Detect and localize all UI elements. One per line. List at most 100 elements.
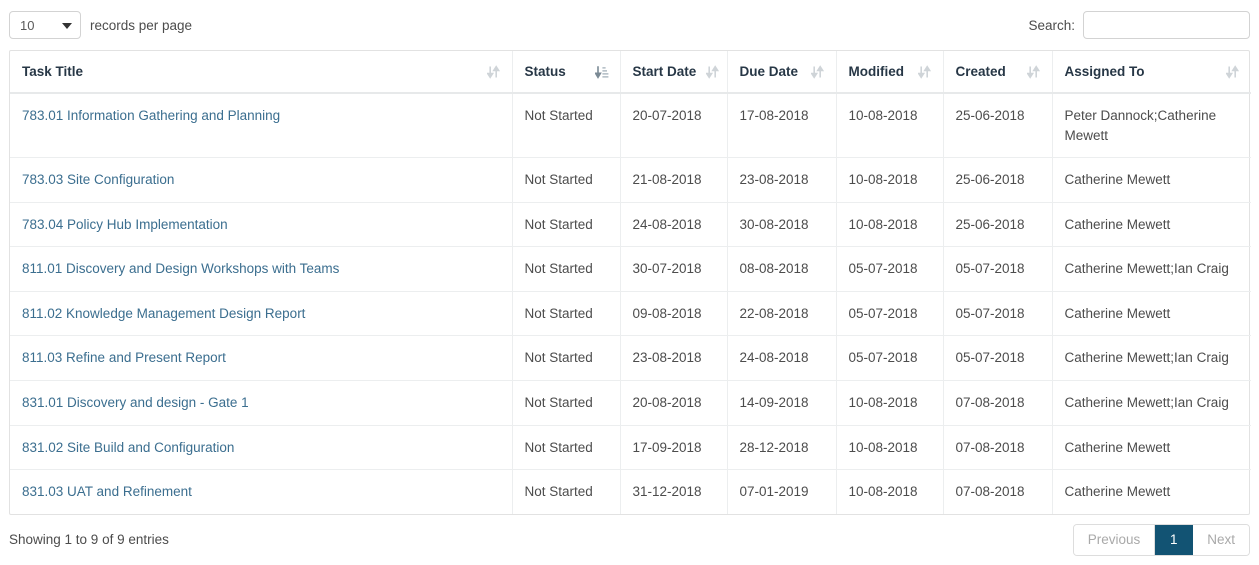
cell-created: 25-06-2018 <box>943 93 1053 158</box>
cell-status: Not Started <box>512 290 621 336</box>
cell-assigned-to: Catherine Mewett <box>1052 469 1251 514</box>
sort-both-icon <box>810 64 824 79</box>
cell-start-date: 31-12-2018 <box>620 469 728 514</box>
page-length-select[interactable]: 10 <box>9 11 81 39</box>
task-title-link[interactable]: 831.02 Site Build and Configuration <box>22 440 234 455</box>
table-row: 783.04 Policy Hub Implementation Not Sta… <box>10 201 1251 247</box>
pagination-next-button[interactable]: Next <box>1193 524 1249 555</box>
cell-status: Not Started <box>512 424 621 470</box>
column-label: Assigned To <box>1064 64 1145 79</box>
search-input[interactable] <box>1083 11 1250 39</box>
task-title-link[interactable]: 811.01 Discovery and Design Workshops wi… <box>22 261 339 276</box>
cell-start-date: 30-07-2018 <box>620 246 728 292</box>
cell-modified: 05-07-2018 <box>836 335 944 381</box>
cell-assigned-to: Catherine Mewett;Ian Craig <box>1052 246 1251 292</box>
pagination-previous-button[interactable]: Previous <box>1073 524 1156 555</box>
cell-status: Not Started <box>512 201 621 247</box>
column-label: Due Date <box>739 64 799 79</box>
cell-assigned-to: Catherine Mewett <box>1052 201 1251 247</box>
cell-start-date: 20-08-2018 <box>620 379 728 425</box>
column-header-assigned-to[interactable]: Assigned To <box>1052 51 1251 94</box>
entries-info: Showing 1 to 9 of 9 entries <box>9 532 169 548</box>
sort-both-icon <box>1026 64 1040 79</box>
cell-modified: 05-07-2018 <box>836 246 944 292</box>
column-label: Task Title <box>22 64 84 79</box>
cell-task-title: 811.03 Refine and Present Report <box>10 335 513 381</box>
cell-modified: 10-08-2018 <box>836 93 944 158</box>
cell-created: 25-06-2018 <box>943 157 1053 203</box>
cell-status: Not Started <box>512 157 621 203</box>
cell-status: Not Started <box>512 246 621 292</box>
cell-created: 05-07-2018 <box>943 335 1053 381</box>
search-control: Search: <box>1028 11 1250 39</box>
cell-status: Not Started <box>512 335 621 381</box>
column-label: Modified <box>848 64 905 79</box>
table-row: 831.02 Site Build and Configuration Not … <box>10 424 1251 470</box>
column-header-task-title[interactable]: Task Title <box>10 51 513 94</box>
cell-due-date: 23-08-2018 <box>727 157 837 203</box>
cell-assigned-to: Catherine Mewett <box>1052 157 1251 203</box>
pagination-page-1-button[interactable]: 1 <box>1155 524 1194 555</box>
table-body: 783.01 Information Gathering and Plannin… <box>10 93 1251 514</box>
column-label: Start Date <box>632 64 697 79</box>
table-row: 811.03 Refine and Present Report Not Sta… <box>10 335 1251 381</box>
table-row: 783.03 Site Configuration Not Started 21… <box>10 157 1251 203</box>
sort-both-icon <box>917 64 931 79</box>
cell-due-date: 07-01-2019 <box>727 469 837 514</box>
cell-status: Not Started <box>512 379 621 425</box>
cell-modified: 10-08-2018 <box>836 157 944 203</box>
cell-due-date: 14-09-2018 <box>727 379 837 425</box>
table-row: 831.03 UAT and Refinement Not Started 31… <box>10 469 1251 514</box>
column-header-modified[interactable]: Modified <box>836 51 944 94</box>
column-header-due-date[interactable]: Due Date <box>727 51 837 94</box>
page-length-control: 10 records per page <box>9 11 192 39</box>
table-row: 783.01 Information Gathering and Plannin… <box>10 93 1251 158</box>
cell-modified: 10-08-2018 <box>836 424 944 470</box>
cell-task-title: 831.01 Discovery and design - Gate 1 <box>10 379 513 425</box>
datatable-controls: 10 records per page Search: <box>9 0 1250 50</box>
cell-assigned-to: Peter Dannock;Catherine Mewett <box>1064 108 1217 143</box>
page-length-label: records per page <box>90 17 193 33</box>
table-head: Task Title Status Start Date Due Date Mo… <box>10 51 1251 94</box>
cell-created: 05-07-2018 <box>943 246 1053 292</box>
table-row: 831.01 Discovery and design - Gate 1 Not… <box>10 379 1251 425</box>
cell-created: 07-08-2018 <box>943 469 1053 514</box>
column-header-start-date[interactable]: Start Date <box>620 51 728 94</box>
column-header-created[interactable]: Created <box>943 51 1053 94</box>
cell-due-date: 30-08-2018 <box>727 201 837 247</box>
column-label: Status <box>524 64 566 79</box>
task-title-link[interactable]: 783.04 Policy Hub Implementation <box>22 217 228 232</box>
cell-assigned-to: Catherine Mewett <box>1052 290 1251 336</box>
page-length-value: 10 <box>20 17 35 33</box>
cell-assigned-to: Catherine Mewett;Ian Craig <box>1052 379 1251 425</box>
search-label: Search: <box>1028 17 1075 33</box>
task-title-link[interactable]: 831.01 Discovery and design - Gate 1 <box>22 395 249 410</box>
sort-both-icon <box>706 64 720 79</box>
task-title-link[interactable]: 783.03 Site Configuration <box>22 172 174 187</box>
sort-ascending-icon <box>594 65 608 79</box>
sort-both-icon <box>1226 64 1239 79</box>
table-header-row: Task Title Status Start Date Due Date Mo… <box>10 51 1251 94</box>
cell-due-date: 08-08-2018 <box>727 246 837 292</box>
sort-both-icon <box>486 64 500 79</box>
datatable-wrapper: 10 records per page Search: Task Title S… <box>0 0 1259 565</box>
tasks-table-container: Task Title Status Start Date Due Date Mo… <box>9 50 1251 515</box>
task-title-link[interactable]: 783.01 Information Gathering and Plannin… <box>22 108 280 123</box>
cell-assigned-to: Catherine Mewett <box>1052 424 1251 470</box>
task-title-link[interactable]: 811.03 Refine and Present Report <box>22 350 226 365</box>
task-title-link[interactable]: 811.02 Knowledge Management Design Repor… <box>22 306 305 321</box>
cell-start-date: 17-09-2018 <box>620 424 728 470</box>
cell-modified: 10-08-2018 <box>836 469 944 514</box>
pagination: Previous 1 Next <box>1072 523 1250 556</box>
cell-due-date: 22-08-2018 <box>727 290 837 336</box>
task-title-link[interactable]: 831.03 UAT and Refinement <box>22 484 192 499</box>
cell-task-title: 811.01 Discovery and Design Workshops wi… <box>10 246 513 292</box>
cell-created: 25-06-2018 <box>943 201 1053 247</box>
column-header-status[interactable]: Status <box>512 51 621 94</box>
cell-task-title: 783.01 Information Gathering and Plannin… <box>10 93 513 158</box>
cell-created: 07-08-2018 <box>943 379 1053 425</box>
cell-task-title: 783.03 Site Configuration <box>10 157 513 203</box>
cell-created: 05-07-2018 <box>943 290 1053 336</box>
cell-modified: 10-08-2018 <box>836 201 944 247</box>
cell-start-date: 23-08-2018 <box>620 335 728 381</box>
